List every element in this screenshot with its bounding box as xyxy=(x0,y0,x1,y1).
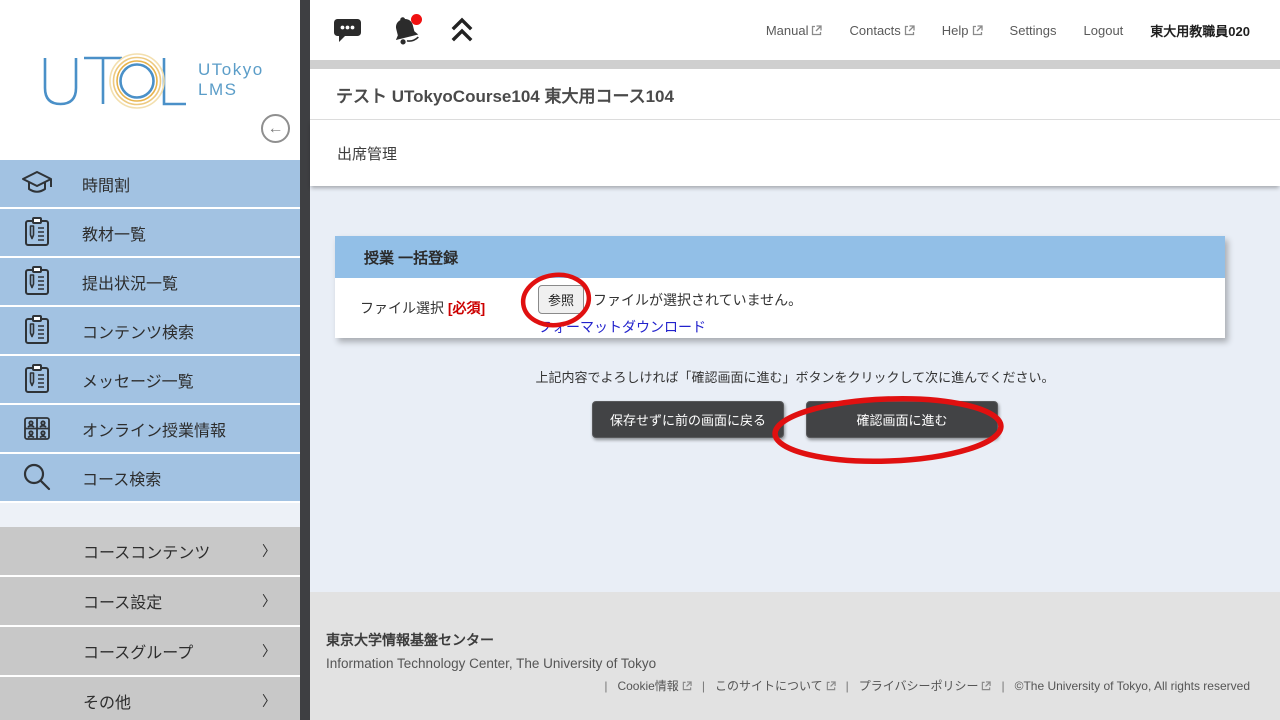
header-divider-band xyxy=(310,60,1280,69)
sidebar-item-course-group[interactable]: コースグループ 〉 xyxy=(0,627,300,675)
external-link-icon xyxy=(811,25,822,36)
file-select-label: ファイル選択 [必須] xyxy=(360,298,485,318)
speech-bubble-icon xyxy=(332,16,362,44)
graduation-cap-icon xyxy=(20,167,54,201)
footer-org-en: Information Technology Center, The Unive… xyxy=(326,656,1250,671)
instruction-text: 上記内容でよろしければ「確認画面に進む」ボタンをクリックして次に進んでください。 xyxy=(310,367,1280,386)
utol-logo-icon xyxy=(40,55,190,111)
sidebar-item-label: 提出状況一覧 xyxy=(82,270,178,294)
sidebar-item-label: コースコンテンツ xyxy=(83,539,210,563)
header-nav: Manual Contacts Help Settings Logout 東 xyxy=(766,21,1250,40)
sidebar-item-course-search[interactable]: コース検索 xyxy=(0,454,300,501)
file-input-widget: 参照 ファイルが選択されていません。 フォーマットダウンロード xyxy=(538,285,802,337)
footer: 東京大学情報基盤センター Information Technology Cent… xyxy=(310,592,1280,720)
clipboard-icon xyxy=(20,314,54,348)
search-icon xyxy=(20,461,54,495)
sidebar-item-label: コース設定 xyxy=(83,589,162,613)
panel-header: 授業 一括登録 xyxy=(335,236,1225,278)
notifications-button[interactable] xyxy=(388,13,424,47)
sidebar-item-course-contents[interactable]: コースコンテンツ 〉 xyxy=(0,527,300,575)
sidebar-item-label: コンテンツ検索 xyxy=(82,319,194,343)
sidebar-item-online-class-info[interactable]: オンライン授業情報 xyxy=(0,405,300,452)
nav-help-link[interactable]: Help xyxy=(942,23,983,38)
sidebar-item-label: コースグループ xyxy=(83,639,193,663)
nav-manual-link[interactable]: Manual xyxy=(766,23,823,38)
online-class-icon xyxy=(20,412,54,446)
sidebar-item-others[interactable]: その他 〉 xyxy=(0,677,300,720)
footer-links: | Cookie情報 | このサイトについて | プライバシーポリシー | ©T… xyxy=(326,677,1250,694)
proceed-to-confirm-button[interactable]: 確認画面に進む xyxy=(806,401,998,438)
bell-icon xyxy=(388,13,424,47)
content-area: 授業 一括登録 ファイル選択 [必須] 参照 ファイルが選択されていません。 フ… xyxy=(310,236,1280,438)
external-link-icon xyxy=(904,25,915,36)
sidebar-item-content-search[interactable]: コンテンツ検索 xyxy=(0,307,300,354)
page-title-row: 出席管理 xyxy=(310,120,1280,186)
arrow-left-icon: ← xyxy=(268,120,284,138)
chevron-right-icon: 〉 xyxy=(262,591,276,611)
sidebar-item-label: 教材一覧 xyxy=(82,221,146,245)
sidebar-item-label: 時間割 xyxy=(82,172,130,196)
external-link-icon xyxy=(972,25,983,36)
external-link-icon xyxy=(682,681,692,691)
sidebar-item-label: オンライン授業情報 xyxy=(82,417,226,441)
browse-button[interactable]: 参照 xyxy=(538,285,584,314)
logo-subtitle: UTokyo LMS xyxy=(198,60,264,99)
main-column: Manual Contacts Help Settings Logout 東 xyxy=(310,0,1280,720)
sidebar-item-submission-status[interactable]: 提出状況一覧 xyxy=(0,258,300,305)
sidebar-item-messages[interactable]: メッセージ一覧 xyxy=(0,356,300,403)
footer-cookie-link[interactable]: Cookie情報 xyxy=(617,677,691,694)
footer-about-link[interactable]: このサイトについて xyxy=(715,677,836,694)
clipboard-icon xyxy=(20,216,54,250)
panel-title: 授業 一括登録 xyxy=(364,247,458,268)
user-name: 東大用教職員020 xyxy=(1150,21,1250,40)
notification-badge xyxy=(411,14,422,25)
back-without-save-button[interactable]: 保存せずに前の画面に戻る xyxy=(592,401,784,438)
course-title-row: テスト UTokyoCourse104 東大用コース104 xyxy=(310,69,1280,120)
nav-contacts-link[interactable]: Contacts xyxy=(849,23,914,38)
double-chevron-up-icon xyxy=(450,17,474,43)
sidebar-group-gap xyxy=(0,503,300,527)
clipboard-icon xyxy=(20,363,54,397)
sidebar-item-timetable[interactable]: 時間割 xyxy=(0,160,300,207)
messages-button[interactable] xyxy=(332,16,362,44)
nav-logout-link[interactable]: Logout xyxy=(1084,23,1124,38)
footer-org-jp: 東京大学情報基盤センター xyxy=(326,630,1250,650)
footer-privacy-link[interactable]: プライバシーポリシー xyxy=(859,677,992,694)
sidebar-item-label: コース検索 xyxy=(82,466,161,490)
course-title: テスト UTokyoCourse104 東大用コース104 xyxy=(336,82,674,107)
nav-settings-link[interactable]: Settings xyxy=(1010,23,1057,38)
utol-lms-app: UTokyo LMS ← 時間割 xyxy=(0,0,1280,720)
clipboard-icon xyxy=(20,265,54,299)
sidebar-item-course-settings[interactable]: コース設定 〉 xyxy=(0,577,300,625)
page-title: 出席管理 xyxy=(337,143,397,164)
required-badge: [必須] xyxy=(448,300,485,316)
external-link-icon xyxy=(826,681,836,691)
external-link-icon xyxy=(981,681,991,691)
sidebar-collapse-button[interactable]: ← xyxy=(261,114,290,143)
format-download-link[interactable]: フォーマットダウンロード xyxy=(538,317,706,337)
chevron-right-icon: 〉 xyxy=(262,541,276,561)
sidebar-menu: 時間割 教材一覧 提出状況一覧 xyxy=(0,160,300,720)
collapse-header-button[interactable] xyxy=(450,17,474,43)
chevron-right-icon: 〉 xyxy=(262,641,276,661)
sidebar-item-label: メッセージ一覧 xyxy=(82,368,194,392)
action-button-row: 保存せずに前の画面に戻る 確認画面に進む xyxy=(310,401,1280,438)
sidebar-item-materials[interactable]: 教材一覧 xyxy=(0,209,300,256)
chevron-right-icon: 〉 xyxy=(262,691,276,711)
logo-area: UTokyo LMS ← xyxy=(0,0,300,160)
panel-body: ファイル選択 [必須] 参照 ファイルが選択されていません。 フォーマットダウン… xyxy=(335,278,1225,338)
sidebar: UTokyo LMS ← 時間割 xyxy=(0,0,300,720)
top-header: Manual Contacts Help Settings Logout 東 xyxy=(310,0,1280,60)
sidebar-item-label: その他 xyxy=(83,689,131,713)
no-file-selected-text: ファイルが選択されていません。 xyxy=(593,290,802,310)
bulk-registration-panel: 授業 一括登録 ファイル選択 [必須] 参照 ファイルが選択されていません。 フ… xyxy=(335,236,1225,338)
footer-copyright: ©The University of Tokyo, All rights res… xyxy=(1015,679,1250,693)
